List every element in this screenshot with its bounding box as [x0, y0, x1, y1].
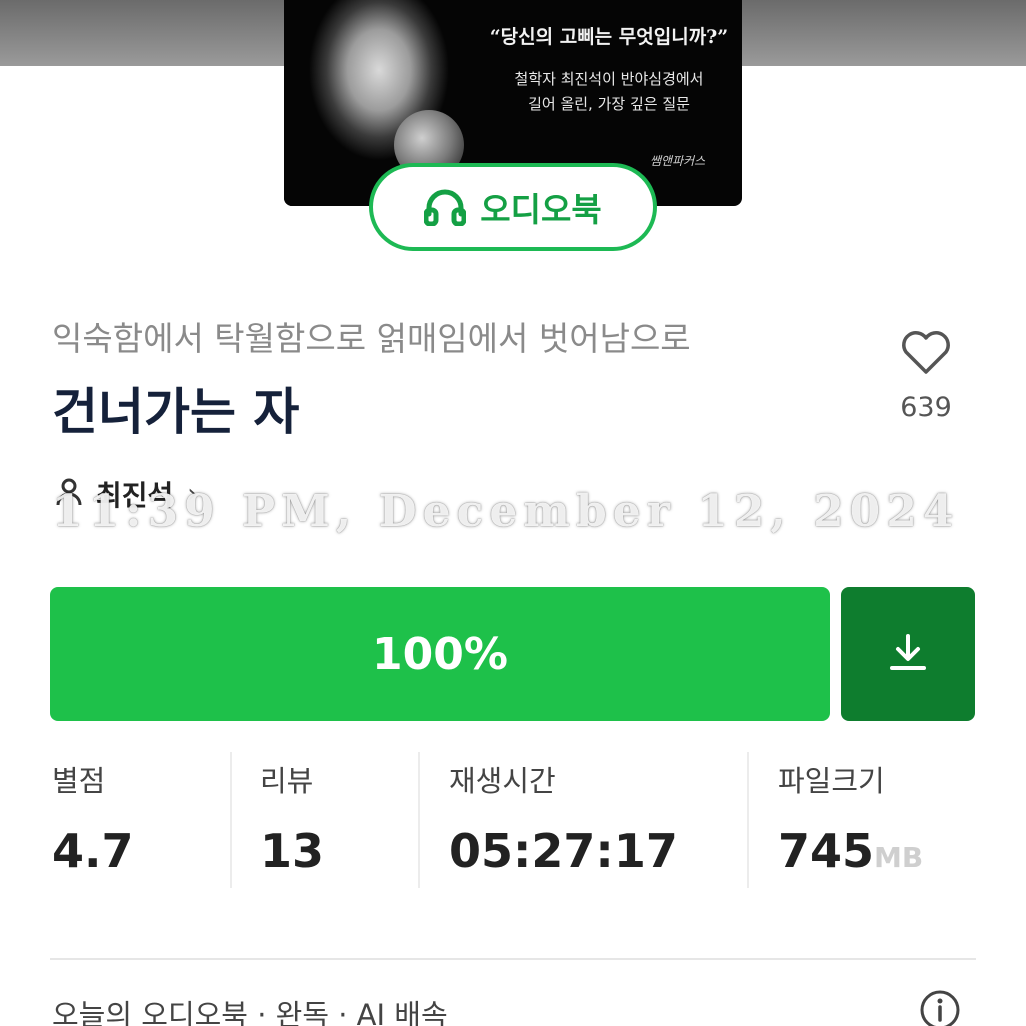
section-divider: [50, 958, 976, 960]
cover-publisher-logo: 쌤앤파커스: [650, 154, 706, 168]
stat-divider: [747, 752, 749, 888]
stat-filesize-number: 745: [778, 824, 875, 878]
timestamp-overlay: 11:39 PM, December 12, 2024: [52, 486, 960, 537]
cover-subtitle-line1: 철학자 최진석이 반야심경에서: [514, 70, 704, 88]
cover-subtitle-line2: 길어 올린, 가장 깊은 질문: [528, 95, 690, 113]
book-title: 건너가는 자: [52, 383, 300, 441]
stat-filesize-value: 745MB: [778, 824, 923, 878]
like-button[interactable]: 639: [886, 330, 966, 423]
audiobook-badge: 오디오북: [369, 163, 657, 251]
stat-filesize-unit: MB: [874, 841, 924, 874]
progress-label: 100%: [372, 628, 508, 680]
play-progress-button[interactable]: 100%: [50, 587, 830, 721]
like-count: 639: [900, 392, 952, 423]
headphones-icon: [424, 188, 467, 226]
download-icon: [886, 630, 930, 678]
heart-outline-icon: [886, 330, 966, 376]
stat-divider: [230, 752, 232, 888]
audiobook-badge-label: 오디오북: [480, 190, 602, 229]
audiobook-features-text: 오늘의 오디오북 · 완독 · AI 배속: [52, 998, 448, 1026]
stats-row: 별점 4.7 리뷰 13 재생시간 05:27:17 파일크기 745MB: [52, 752, 976, 888]
download-button[interactable]: [841, 587, 975, 721]
stat-rating-value: 4.7: [52, 824, 134, 878]
stat-duration-value: 05:27:17: [449, 824, 678, 878]
stat-filesize-label: 파일크기: [778, 764, 885, 798]
stat-divider: [418, 752, 420, 888]
info-icon[interactable]: [918, 988, 962, 1026]
cover-quote: “당신의 고삐는 무엇입니까?”: [489, 26, 729, 48]
book-subtitle: 익숙함에서 탁월함으로 얽매임에서 벗어남으로: [52, 319, 691, 358]
stat-duration-label: 재생시간: [449, 764, 556, 798]
stat-rating-label: 별점: [52, 764, 106, 798]
stat-reviews-label: 리뷰: [260, 764, 314, 798]
stat-reviews-value: 13: [260, 824, 325, 878]
